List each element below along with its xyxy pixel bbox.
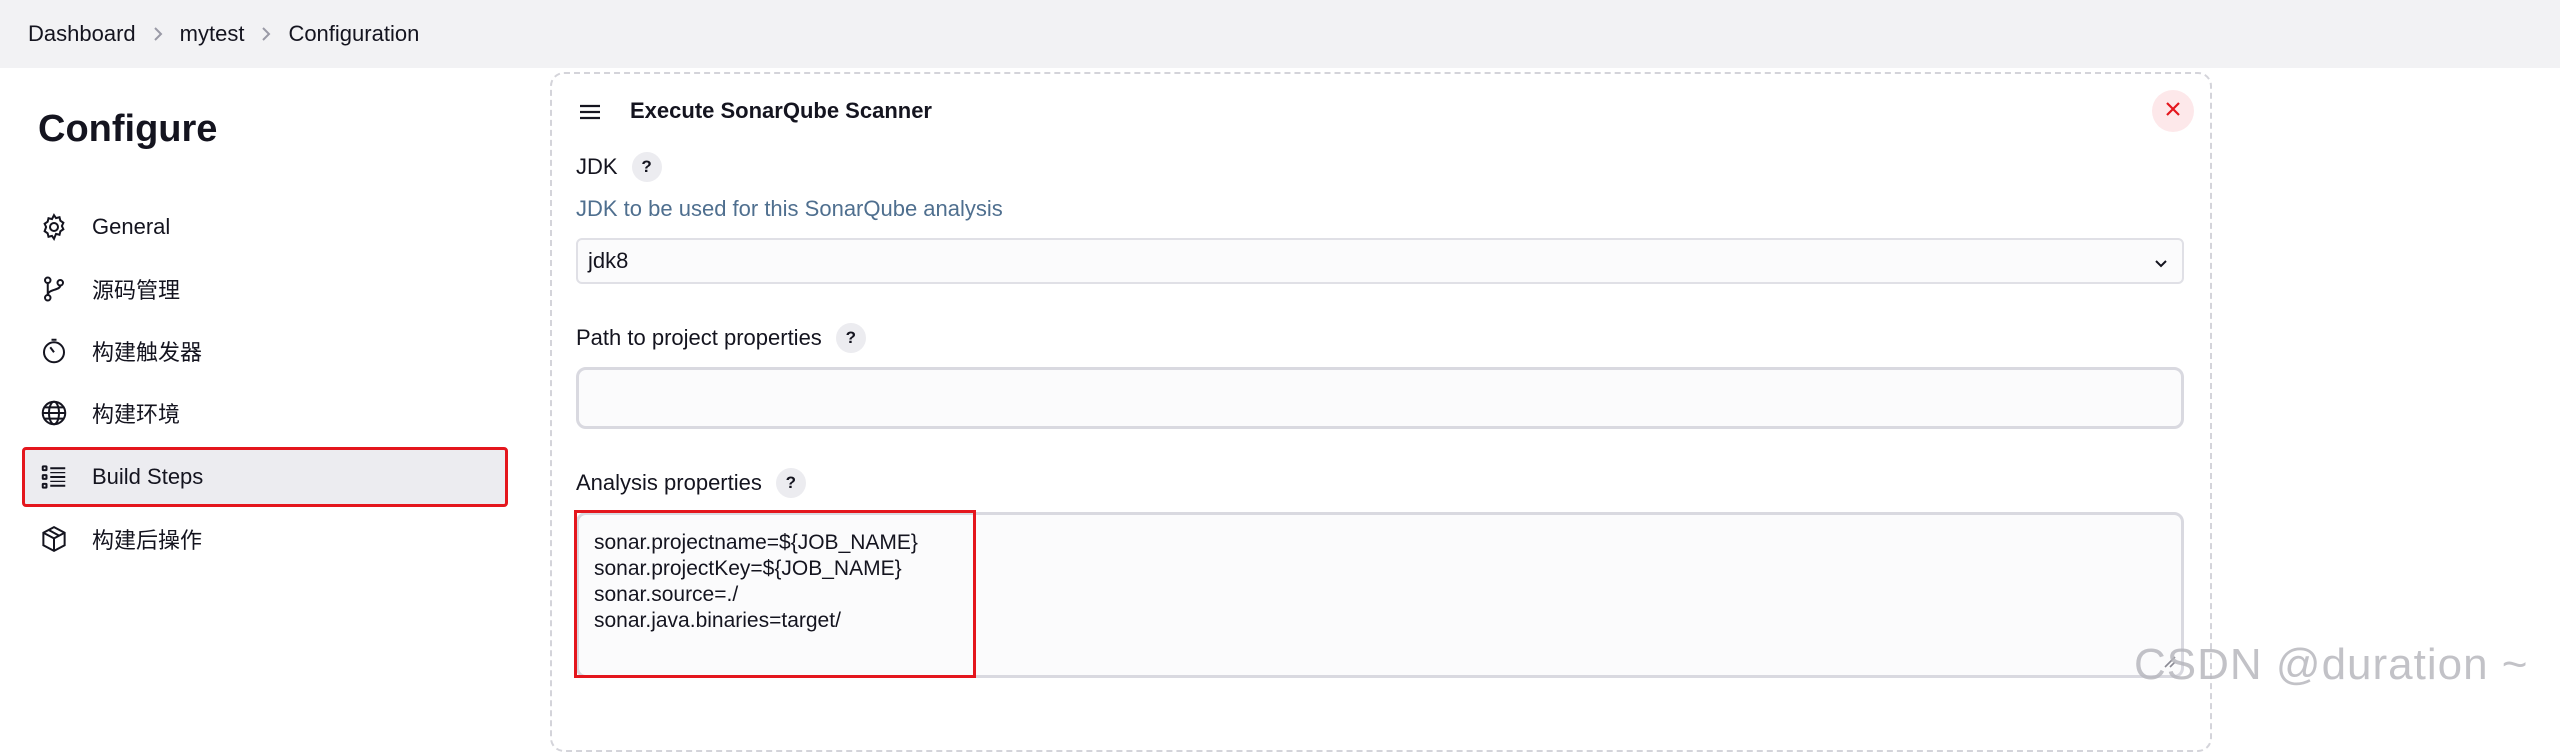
annotation-highlight	[574, 510, 976, 678]
timer-icon	[38, 335, 70, 367]
watermark: CSDN @duration ~	[2134, 640, 2529, 689]
sidebar-item-label: General	[92, 214, 171, 239]
sidebar-item-scm[interactable]: 源码管理	[22, 260, 508, 318]
jdk-description: JDK to be used for this SonarQube analys…	[576, 196, 1003, 221]
page-title: Configure	[38, 108, 218, 150]
sidebar-item-post-build[interactable]: 构建后操作	[22, 510, 508, 568]
gear-icon	[38, 211, 70, 243]
sidebar-item-build-steps[interactable]: Build Steps	[22, 447, 508, 507]
delete-step-button[interactable]	[2152, 90, 2194, 132]
path-field-label: Path to project properties ?	[576, 323, 866, 353]
help-icon[interactable]: ?	[631, 152, 662, 182]
close-icon	[2164, 100, 2182, 123]
analysis-label: Analysis properties	[576, 470, 762, 495]
path-input[interactable]	[576, 367, 2184, 429]
sidebar-item-triggers[interactable]: 构建触发器	[22, 322, 508, 380]
sidebar-item-general[interactable]: General	[22, 198, 508, 256]
list-icon	[38, 461, 70, 493]
jdk-label: JDK	[576, 154, 618, 179]
sidebar-item-label: 构建环境	[92, 402, 181, 427]
breadcrumb-mytest[interactable]: mytest	[180, 21, 245, 47]
analysis-field-label: Analysis properties ?	[576, 468, 806, 498]
jdk-selected-value: jdk8	[588, 248, 629, 273]
help-icon[interactable]: ?	[835, 323, 866, 353]
jdk-select[interactable]: jdk8	[576, 238, 2184, 284]
help-icon[interactable]: ?	[775, 468, 806, 498]
path-label: Path to project properties	[576, 325, 822, 350]
breadcrumb-dashboard[interactable]: Dashboard	[28, 21, 136, 47]
package-icon	[38, 523, 70, 555]
sidebar-item-environment[interactable]: 构建环境	[22, 384, 508, 442]
breadcrumb-configuration[interactable]: Configuration	[288, 21, 419, 47]
drag-handle-icon[interactable]	[578, 102, 602, 122]
branch-icon	[38, 273, 70, 305]
globe-icon	[38, 397, 70, 429]
sidebar-item-label: 源码管理	[92, 278, 181, 303]
sidebar-item-label: 构建触发器	[92, 340, 203, 365]
chevron-right-icon	[244, 25, 288, 43]
sidebar-item-label: Build Steps	[92, 464, 204, 489]
chevron-down-icon	[2152, 252, 2170, 278]
breadcrumb: Dashboard mytest Configuration	[0, 0, 2560, 68]
chevron-right-icon	[136, 25, 180, 43]
jdk-field-label: JDK ?	[576, 152, 662, 182]
sidebar-item-label: 构建后操作	[92, 528, 203, 553]
build-step-title: Execute SonarQube Scanner	[630, 98, 932, 123]
